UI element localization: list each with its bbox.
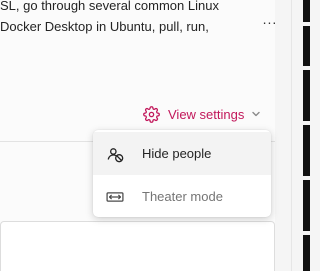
description-text: SL, go through several common Linux Dock… (0, 0, 270, 37)
more-options-button[interactable]: ... (262, 11, 278, 29)
view-settings-menu: Hide people Theater mode (93, 130, 271, 217)
content-card (0, 221, 275, 271)
view-settings-label: View settings (168, 106, 245, 122)
description-line-1: SL, go through several common Linux (0, 0, 219, 13)
right-edge-separator (303, 121, 310, 125)
chevron-down-icon (251, 109, 261, 119)
right-edge-separator (303, 176, 310, 180)
right-edge-separator (303, 66, 310, 70)
menu-item-label: Hide people (142, 146, 212, 161)
menu-item-theater-mode[interactable]: Theater mode (93, 175, 271, 217)
right-edge-separator (303, 22, 310, 26)
right-edge-separator (303, 231, 310, 235)
menu-item-label: Theater mode (142, 189, 223, 204)
more-horizontal-icon: ... (262, 11, 278, 27)
description-line-2: Docker Desktop in Ubuntu, pull, run, (0, 19, 209, 34)
app-stage: SL, go through several common Linux Dock… (0, 0, 310, 271)
menu-item-hide-people[interactable]: Hide people (93, 132, 271, 175)
right-panel-divider (291, 0, 292, 271)
gear-icon (143, 105, 160, 123)
theater-mode-icon (105, 187, 125, 207)
hide-people-icon (105, 144, 125, 164)
view-settings-button[interactable]: View settings (143, 104, 261, 124)
